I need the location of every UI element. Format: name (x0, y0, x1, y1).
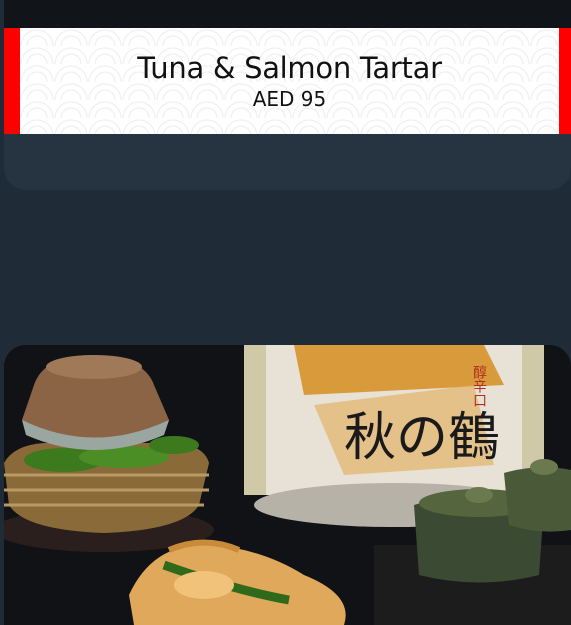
item-name: Tuna & Salmon Tartar (137, 51, 442, 85)
menu-item-photo-card[interactable]: 秋の鶴 醇辛口 (4, 345, 571, 625)
bottle-side-text: 醇辛口 (471, 364, 487, 407)
wave-pattern-panel: Tuna & Salmon Tartar AED 95 (20, 28, 559, 134)
menu-item-card[interactable]: Tuna & Salmon Tartar AED 95 (4, 0, 571, 190)
sake-and-edamame-photo: 秋の鶴 醇辛口 (4, 345, 571, 625)
item-banner: Tuna & Salmon Tartar AED 95 (4, 28, 571, 134)
item-price: AED 95 (252, 87, 327, 111)
bottle-label-text: 秋の鶴 (344, 408, 500, 468)
dish-photo (4, 0, 571, 28)
